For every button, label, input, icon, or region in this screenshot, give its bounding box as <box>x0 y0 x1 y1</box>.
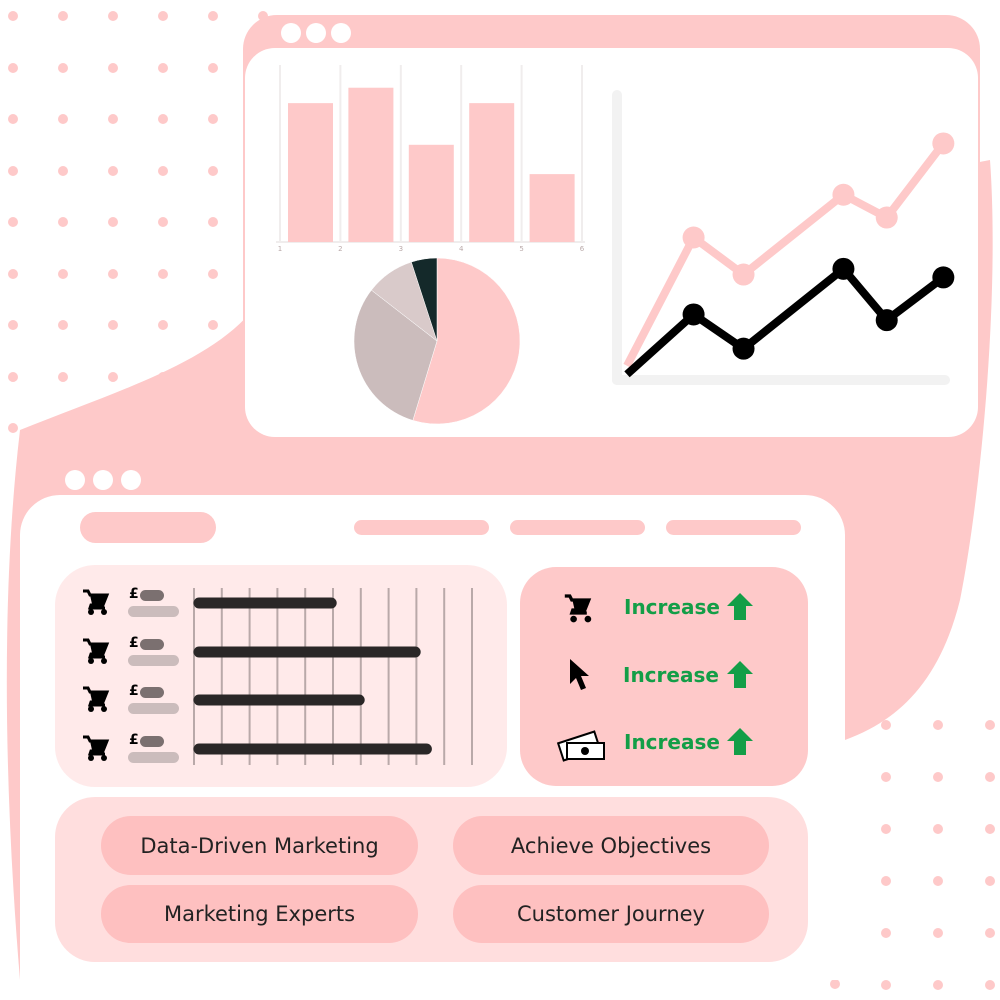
metric-label: Increase <box>623 663 719 687</box>
tag-marketing-experts[interactable]: Marketing Experts <box>101 885 418 943</box>
money-coin <box>581 747 589 755</box>
arrow-up-icon <box>727 593 753 620</box>
cart-wheel <box>570 615 577 623</box>
tag-data-driven-marketing[interactable]: Data-Driven Marketing <box>101 816 418 875</box>
arrow-up-icon <box>727 661 753 688</box>
cursor-icon <box>570 659 589 690</box>
tag-customer-journey[interactable]: Customer Journey <box>453 885 769 943</box>
arrow-up-icon <box>727 728 753 755</box>
tag-achieve-objectives[interactable]: Achieve Objectives <box>453 816 769 875</box>
cart-wheel <box>584 615 592 623</box>
metric-label: Increase <box>624 595 720 619</box>
metric-label: Increase <box>624 730 720 754</box>
